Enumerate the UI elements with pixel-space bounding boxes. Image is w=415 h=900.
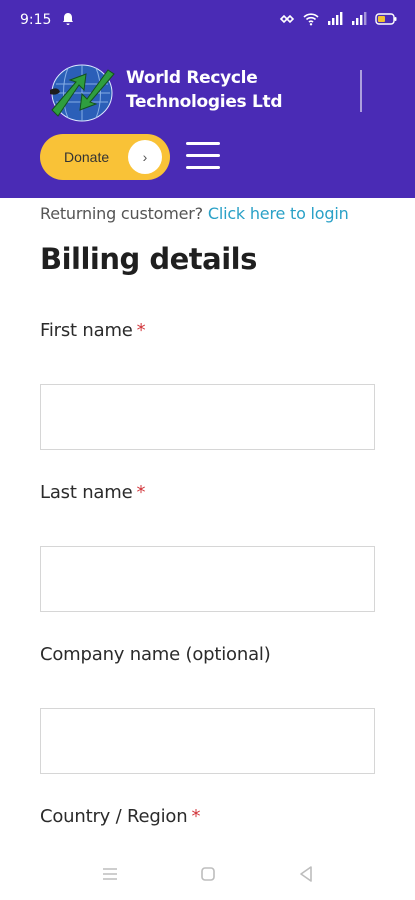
company-name-input[interactable] <box>40 708 375 774</box>
login-link[interactable]: Click here to login <box>208 204 349 223</box>
first-name-label: First name * <box>40 320 146 341</box>
donate-button[interactable]: Donate › <box>40 134 170 180</box>
brand-name[interactable]: World Recycle Technologies Ltd <box>126 66 283 114</box>
chevron-right-icon: › <box>128 140 162 174</box>
battery-icon <box>375 12 397 29</box>
required-marker: * <box>191 806 201 827</box>
returning-customer-notice: Returning customer? Click here to login <box>40 204 349 223</box>
home-square-icon[interactable] <box>198 864 218 884</box>
hamburger-menu-button[interactable] <box>186 138 220 172</box>
brand-line-2: Technologies Ltd <box>126 92 283 112</box>
status-bar: 9:15 <box>0 0 415 40</box>
donate-label: Donate <box>64 149 110 165</box>
site-header: World Recycle Technologies Ltd Donate › <box>0 38 415 198</box>
country-region-label-text: Country / Region <box>40 806 188 827</box>
returning-customer-text: Returning customer? <box>40 204 203 223</box>
menu-bar <box>186 166 220 169</box>
last-name-label-text: Last name <box>40 482 133 503</box>
first-name-input[interactable] <box>40 384 375 450</box>
company-name-label: Company name (optional) <box>40 644 271 665</box>
back-triangle-icon[interactable] <box>296 864 316 884</box>
globe-recycle-logo[interactable] <box>46 62 120 124</box>
menu-bar <box>186 154 220 157</box>
notification-bell-icon <box>61 12 75 29</box>
header-divider <box>360 70 362 112</box>
data-saver-icon <box>279 12 295 29</box>
page-title: Billing details <box>40 242 257 276</box>
country-region-label: Country / Region * <box>40 806 200 827</box>
first-name-label-text: First name <box>40 320 133 341</box>
required-marker: * <box>136 482 146 503</box>
last-name-input[interactable] <box>40 546 375 612</box>
signal-icon <box>351 11 367 29</box>
company-name-label-text: Company name (optional) <box>40 644 271 665</box>
menu-icon[interactable] <box>100 864 120 884</box>
wifi-icon <box>303 12 319 29</box>
brand-line-1: World Recycle <box>126 68 258 88</box>
signal-icon <box>327 11 343 29</box>
required-marker: * <box>136 320 146 341</box>
status-time: 9:15 <box>20 12 52 28</box>
last-name-label: Last name * <box>40 482 145 503</box>
menu-bar <box>186 142 220 145</box>
